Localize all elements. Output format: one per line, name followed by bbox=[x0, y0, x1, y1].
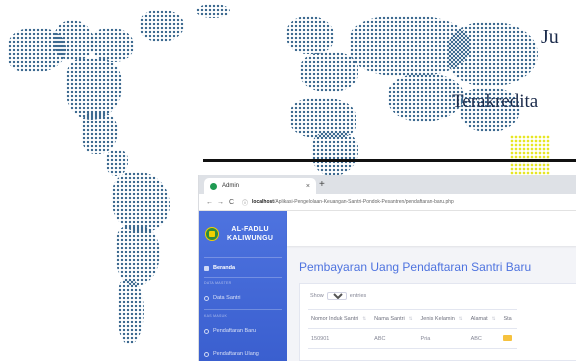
sidebar-heading-kas-masuk: KAS MASUK bbox=[204, 314, 228, 318]
dashboard-icon bbox=[204, 265, 209, 271]
data-table-card: Show 10 entries Nomor Induk Santri ⇅ Nama… bbox=[299, 283, 576, 361]
address-bar: ← → C ⓘ localhost /Aplikasi-Pengelolaan-… bbox=[199, 194, 576, 211]
url-field[interactable]: ⓘ localhost /Aplikasi-Pengelolaan-Keuang… bbox=[242, 198, 454, 207]
table-cell: ABC bbox=[467, 328, 501, 349]
brand-line-2: KALIWUNGU bbox=[227, 235, 274, 242]
close-tab-icon[interactable]: × bbox=[306, 183, 310, 190]
table-cell: ABC bbox=[371, 328, 418, 349]
column-header[interactable]: Jenis Kelamin ⇅ bbox=[417, 309, 468, 329]
sidebar-item-pendaftaran-baru[interactable]: Pendaftaran Baru bbox=[204, 324, 284, 338]
entries-select[interactable]: 10 bbox=[326, 292, 347, 300]
back-button[interactable]: ← bbox=[204, 199, 215, 206]
table-header-row: Nomor Induk Santri ⇅ Nama Santri ⇅ Jenis K… bbox=[308, 309, 518, 329]
table-row[interactable]: 150901 ABC Pria ABC bbox=[308, 328, 518, 349]
info-icon[interactable]: ⓘ bbox=[242, 198, 248, 207]
reload-button[interactable]: C bbox=[226, 199, 237, 206]
sidebar-item-label: Beranda bbox=[213, 265, 236, 271]
tab-strip: Admin × + bbox=[199, 175, 576, 194]
forward-button[interactable]: → bbox=[215, 199, 226, 206]
sidebar-item-beranda[interactable]: Beranda bbox=[204, 261, 284, 275]
table-cell bbox=[500, 328, 518, 349]
circle-icon bbox=[204, 328, 209, 334]
sidebar-item-label: Pendaftaran Baru bbox=[213, 328, 257, 334]
new-tab-button[interactable]: + bbox=[319, 178, 325, 192]
top-navbar bbox=[287, 211, 576, 246]
circle-icon bbox=[204, 351, 209, 357]
browser-tab[interactable]: Admin × bbox=[204, 178, 316, 194]
santri-table: Nomor Induk Santri ⇅ Nama Santri ⇅ Jenis K… bbox=[308, 309, 518, 349]
column-header[interactable]: Nama Santri ⇅ bbox=[371, 309, 418, 329]
sidebar: AL-FADLU KALIWUNGU Beranda DATA MASTER D… bbox=[199, 211, 287, 361]
slide-subtitle: Terakredita bbox=[452, 91, 539, 112]
table-cell: 150901 bbox=[308, 328, 372, 349]
users-icon bbox=[204, 295, 209, 301]
url-path: /Aplikasi-Pengelolaan-Keuangan-Santri-Po… bbox=[273, 199, 454, 205]
browser-window: Admin × + ← → C ⓘ localhost /Aplikasi-Pe… bbox=[198, 175, 576, 361]
sidebar-divider bbox=[204, 257, 282, 258]
entries-length-control: Show 10 entries bbox=[310, 292, 366, 300]
column-header[interactable]: Sta bbox=[500, 309, 518, 329]
page-title: Pembayaran Uang Pendaftaran Santri Baru bbox=[299, 260, 532, 274]
sidebar-brand[interactable]: AL-FADLU KALIWUNGU bbox=[199, 219, 287, 249]
school-logo-icon bbox=[205, 227, 219, 241]
sort-icon: ⇅ bbox=[458, 316, 463, 321]
table-cell: Pria bbox=[417, 328, 468, 349]
column-header[interactable]: Alamat ⇅ bbox=[467, 309, 501, 329]
url-host: localhost bbox=[252, 199, 274, 205]
length-label-show: Show bbox=[310, 293, 324, 299]
slide-title: Ju bbox=[541, 26, 559, 48]
brand-line-1: AL-FADLU bbox=[231, 226, 269, 233]
sort-icon: ⇅ bbox=[491, 316, 496, 321]
length-label-entries: entries bbox=[349, 293, 367, 299]
slide-divider bbox=[203, 159, 576, 162]
column-header[interactable]: Nomor Induk Santri ⇅ bbox=[308, 309, 372, 329]
favicon-icon bbox=[210, 182, 217, 190]
sidebar-divider bbox=[204, 309, 282, 310]
sort-icon: ⇅ bbox=[362, 316, 367, 321]
sidebar-item-label: Pendaftaran Ulang bbox=[213, 351, 259, 357]
sidebar-heading-data-master: DATA MASTER bbox=[204, 281, 232, 285]
tab-title: Admin bbox=[222, 183, 240, 189]
brand-name: AL-FADLU KALIWUNGU bbox=[227, 225, 273, 243]
sidebar-item-label: Data Santri bbox=[213, 295, 241, 301]
sort-icon: ⇅ bbox=[408, 316, 413, 321]
sidebar-divider bbox=[204, 277, 282, 278]
sidebar-item-data-santri[interactable]: Data Santri bbox=[204, 291, 284, 305]
sidebar-item-pendaftaran-ulang[interactable]: Pendaftaran Ulang bbox=[204, 347, 284, 361]
status-badge[interactable] bbox=[503, 335, 513, 342]
